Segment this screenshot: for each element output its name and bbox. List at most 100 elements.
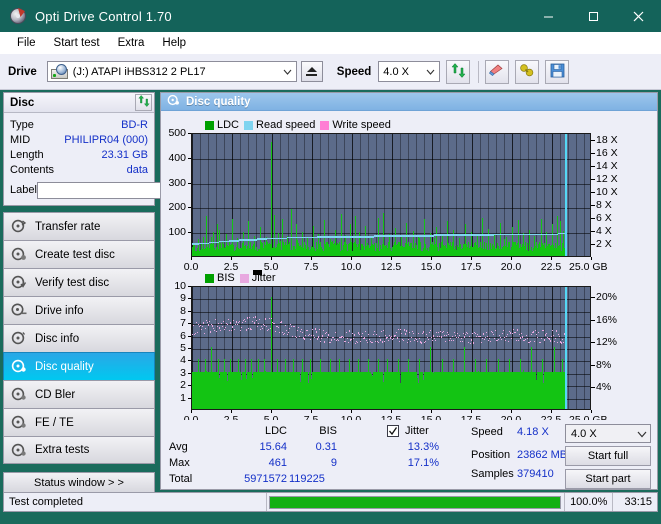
start-full-button[interactable]: Start full	[565, 446, 651, 466]
data-spike	[562, 359, 563, 409]
disc-type-label: Type	[10, 118, 34, 131]
overlay-point	[267, 330, 268, 332]
tools-button[interactable]	[515, 59, 540, 84]
data-end-marker	[565, 287, 567, 409]
overlay-point	[518, 339, 519, 341]
menu-file[interactable]: File	[8, 35, 45, 51]
overlay-point	[423, 331, 424, 333]
data-spike	[418, 237, 419, 256]
drive-icon	[50, 64, 68, 79]
overlay-point	[218, 322, 219, 324]
overlay-point	[253, 316, 254, 318]
main-title: Disc quality	[186, 95, 251, 108]
y-axis-tick-right: 4 X	[596, 224, 612, 237]
overlay-point	[472, 332, 473, 334]
overlay-point	[504, 337, 505, 339]
menu-help[interactable]: Help	[153, 35, 195, 51]
sidebar-item-extra-tests[interactable]: Extra tests	[3, 436, 155, 464]
speed-select[interactable]: 4.0 X	[378, 61, 441, 82]
tick-mark	[591, 365, 595, 366]
overlay-point	[470, 342, 471, 344]
data-spike	[442, 359, 443, 409]
sidebar-item-create-test-disc[interactable]: Create test disc	[3, 240, 155, 268]
overlay-point	[327, 337, 328, 339]
status-window-button[interactable]: Status window > >	[3, 472, 155, 494]
erase-button[interactable]	[485, 59, 510, 84]
data-spike	[365, 225, 366, 256]
disc-refresh-button[interactable]	[135, 94, 152, 111]
disc-row-mid: MID PHILIPR04 (000)	[10, 132, 148, 147]
overlay-point	[561, 342, 562, 344]
tick-mark	[191, 257, 192, 260]
eject-button[interactable]	[300, 61, 323, 82]
jitter-checkbox[interactable]	[387, 425, 399, 437]
overlay-point	[444, 335, 445, 337]
data-spike	[217, 223, 218, 256]
overlay-point	[224, 328, 225, 330]
drive-info-icon	[11, 303, 28, 318]
tick-mark	[188, 323, 191, 324]
sidebar-item-cd-bler[interactable]: CD Bler	[3, 380, 155, 408]
overlay-point	[414, 339, 415, 341]
overlay-point	[475, 333, 476, 335]
overlay-point	[390, 337, 391, 339]
disc-quality-icon	[167, 94, 180, 109]
disc-label-row: Label	[10, 180, 206, 200]
sidebar-item-verify-test-disc[interactable]: Verify test disc	[3, 268, 155, 296]
x-axis-tick: 7.5	[303, 261, 319, 273]
save-button[interactable]	[545, 59, 570, 84]
tick-mark	[351, 257, 352, 260]
data-spike	[389, 233, 390, 256]
sidebar-item-disc-quality[interactable]: Disc quality	[3, 352, 155, 380]
y-axis-tick-left: 500	[168, 127, 186, 139]
tick-mark	[511, 257, 512, 260]
gridline-v	[544, 134, 545, 256]
menu-start-test[interactable]: Start test	[45, 35, 109, 51]
maximize-button[interactable]	[571, 0, 616, 32]
overlay-point	[531, 334, 532, 336]
start-part-button[interactable]: Start part	[565, 469, 651, 489]
status-message: Test completed	[9, 496, 83, 508]
minimize-button[interactable]	[526, 0, 571, 32]
overlay-point	[473, 342, 474, 344]
overlay-point	[334, 338, 335, 340]
gridline-v	[200, 134, 201, 256]
sidebar-item-drive-info[interactable]: Drive info	[3, 296, 155, 324]
y-axis-tick-right: 12%	[596, 336, 618, 349]
sidebar-item-transfer-rate[interactable]: Transfer rate	[3, 212, 155, 240]
gridline-v	[376, 134, 377, 256]
sidebar-label: Drive info	[35, 304, 84, 317]
overlay-point	[459, 335, 460, 337]
sidebar-item-fe-te[interactable]: FE / TE	[3, 408, 155, 436]
overlay-point	[535, 329, 536, 332]
disc-contents-label: Contents	[10, 163, 55, 176]
overlay-point	[502, 332, 503, 334]
data-spike	[285, 359, 286, 409]
overlay-point	[292, 335, 293, 338]
data-spike	[224, 359, 225, 409]
progress-bar	[269, 495, 562, 509]
overlay-point	[245, 320, 246, 323]
overlay-point	[265, 318, 266, 320]
max-ldc-value: 461	[268, 457, 287, 469]
refresh-button[interactable]	[446, 59, 471, 84]
overlay-point	[540, 341, 541, 343]
test-speed-select[interactable]: 4.0 X	[565, 424, 651, 443]
gridline-v	[456, 134, 457, 256]
drive-select[interactable]: (J:) ATAPI iHBS312 2 PL17	[46, 61, 297, 82]
overlay-point	[398, 329, 399, 331]
sidebar-label: CD Bler	[35, 388, 76, 401]
overlay-point	[300, 330, 301, 333]
data-spike	[310, 359, 311, 409]
sidebar-item-disc-info[interactable]: Disc info	[3, 324, 155, 352]
data-spike	[349, 359, 350, 409]
sidebar-nav: Transfer rate Create test disc Verify te…	[3, 212, 155, 464]
data-spike	[398, 359, 399, 409]
close-button[interactable]	[616, 0, 661, 32]
menu-extra[interactable]: Extra	[109, 35, 154, 51]
y-axis-tick-right: 2 X	[596, 237, 612, 250]
overlay-point	[246, 329, 247, 331]
tick-mark	[188, 183, 191, 184]
data-spike	[552, 224, 553, 256]
overlay-point	[433, 335, 434, 337]
